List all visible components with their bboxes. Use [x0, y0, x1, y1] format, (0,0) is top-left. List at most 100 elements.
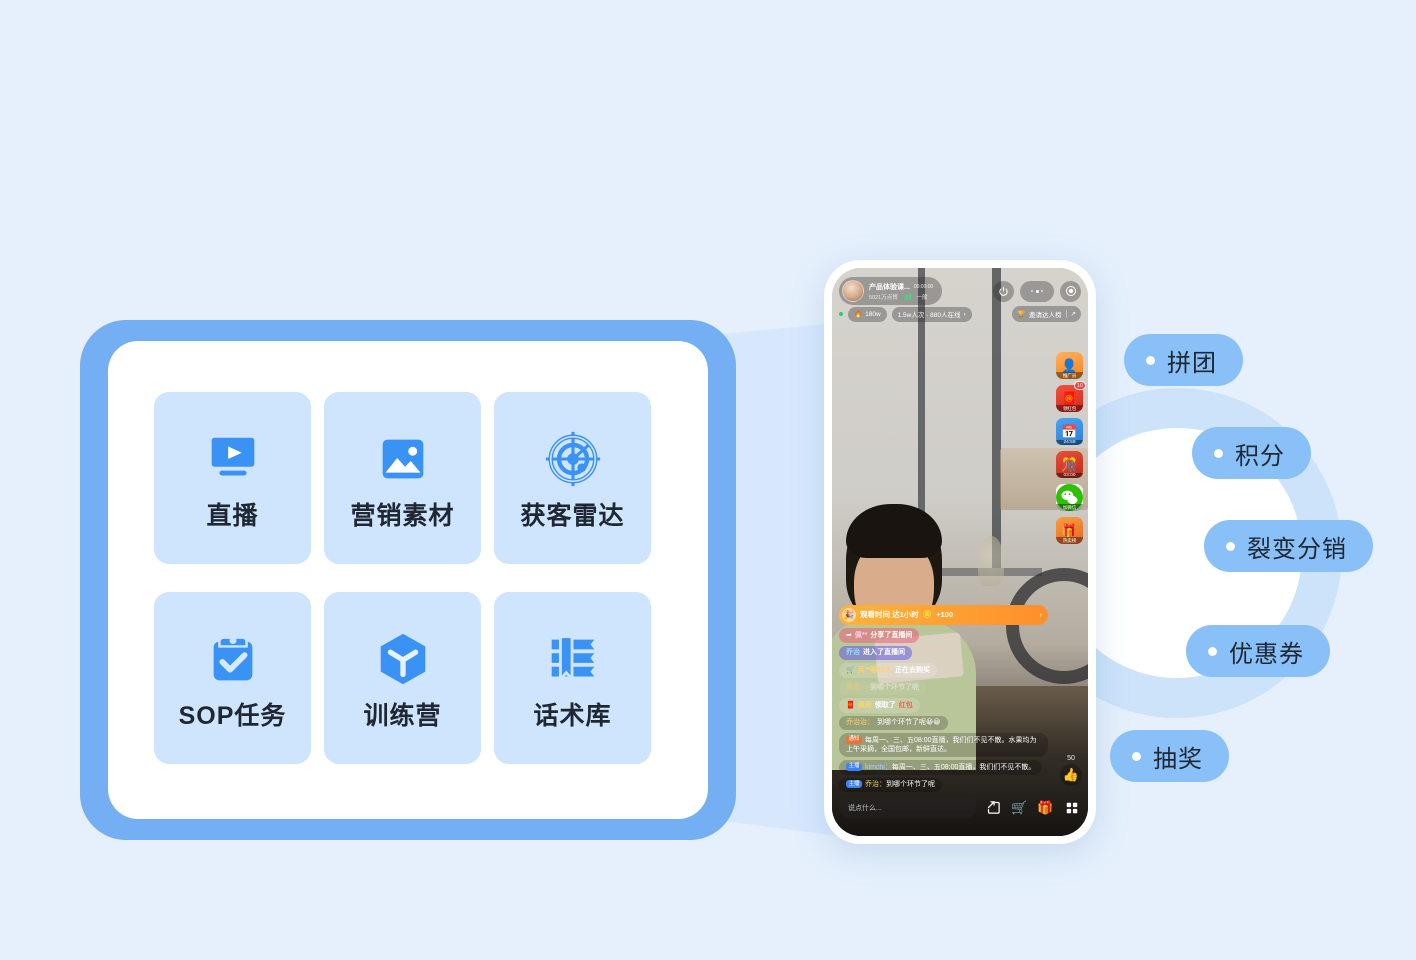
chat-faded-message: 佩奇： 到哪个环节了呢 [839, 680, 926, 696]
heat-value: 180w [865, 310, 881, 318]
rail-item-gift[interactable]: 🎁 热卖榜 [1056, 517, 1083, 544]
chat-user-name: 佩** [854, 631, 868, 639]
rail-item-promoter[interactable]: 👤 推广员 [1056, 352, 1083, 379]
viewer-count-badge[interactable]: 1.5w人次 · 880人在线 › [891, 306, 972, 322]
chat-host-message-1: 主播 kimchi：每周一、三、五08:00直播，我们们不见不散。 [839, 760, 1043, 775]
grid-menu-icon[interactable] [1062, 798, 1081, 817]
chat-user-name: 兵**等12人 [857, 666, 892, 674]
chat-text: 进入了直播间 [863, 649, 905, 657]
cart-icon[interactable]: 🛒 [1010, 798, 1029, 817]
trophy-icon: 🏆 [1016, 311, 1026, 318]
stream-timer: 00:00:00 [913, 283, 934, 290]
invite-ranking-button[interactable]: 🏆 邀请达人榜 ↗ [1011, 306, 1081, 322]
like-column: 50 👍 [1060, 755, 1082, 786]
feature-tile-label: SOP任务 [178, 701, 287, 730]
chat-redpacket-message: 🧧 佩奇 领取了 红包 [839, 698, 920, 713]
feature-tile-label: 话术库 [533, 701, 612, 730]
like-total: 5021万点赞 [869, 294, 898, 301]
pill-lottery[interactable]: 抽奖 [1110, 730, 1229, 782]
share-box-icon[interactable] [984, 798, 1003, 817]
stream-header: 产品体验课... 00:00:00 5021万点赞 一般 [839, 277, 1081, 305]
chat-notice-message: 通知 每周一、三、五08:00直播，我们们不见不散。水果均为上午采摘，全国包邮，新… [839, 733, 1048, 757]
bullet-dot-icon [1214, 448, 1223, 458]
chat-user-name: 乔治： [865, 781, 887, 789]
activity-rail: 👤 推广员 🧧 领红包 10 📅 24:59 🎊 03:00 加微信 🎁 热卖榜 [1056, 352, 1086, 544]
bullet-dot-icon [1132, 751, 1141, 761]
rail-label: 加微信 [1056, 504, 1083, 511]
like-count: 50 [1067, 755, 1075, 762]
redpacket-badge: 10 [1073, 381, 1086, 390]
chat-stack: 🎉 观看时间 达1小时 🪙 +100 › ➦ 佩** 分享了直播间 乔治 进入了… [839, 605, 1048, 792]
thumbs-up-icon[interactable]: 👍 [1060, 764, 1082, 786]
phone-screen: 产品体验课... 00:00:00 5021万点赞 一般 🔥 180w 1.5w… [832, 268, 1088, 836]
record-icon[interactable] [1060, 280, 1081, 302]
calendar-timer: 24:59 [1056, 440, 1083, 445]
chat-text: 领取了 [874, 701, 896, 709]
bullet-dot-icon [1208, 646, 1217, 656]
books-bookmark-icon [551, 634, 594, 683]
share-arrow-icon[interactable]: ↗ [1071, 310, 1076, 318]
gift-bag-icon[interactable]: 🎁 [1036, 798, 1055, 817]
coin-icon: 🪙 [922, 610, 933, 620]
chat-user-name: 乔治 [846, 649, 860, 657]
pill-coupon[interactable]: 优惠券 [1186, 625, 1330, 677]
feature-tile-live[interactable]: 直播 [154, 392, 311, 564]
rail-item-fubag[interactable]: 🎊 03:00 [1056, 451, 1083, 478]
bullet-dot-icon [1226, 541, 1235, 551]
chat-user-name: 佩奇： [846, 684, 867, 692]
chevron-right-icon: › [1039, 610, 1043, 620]
pill-label: 抽奖 [1153, 745, 1203, 773]
pill-group-buy[interactable]: 拼团 [1124, 334, 1243, 386]
image-material-icon [382, 439, 423, 478]
chat-text: 每周一、三、五08:00直播，我们们不见不散。 [891, 763, 1036, 771]
pill-fission-distribution[interactable]: 裂变分销 [1204, 520, 1373, 572]
redpacket-small-icon: 🧧 [846, 701, 855, 709]
feature-tile-script-library[interactable]: 话术库 [494, 592, 651, 764]
rail-label: 领红包 [1056, 405, 1083, 412]
rail-label: 推广员 [1056, 372, 1083, 379]
task-reward: +100 [936, 610, 954, 620]
pill-points[interactable]: 积分 [1192, 427, 1311, 479]
task-label: 观看时间 达1小时 [860, 610, 919, 620]
phone-mockup: 产品体验课... 00:00:00 5021万点赞 一般 🔥 180w 1.5w… [824, 260, 1096, 844]
share-arrow-icon: ➦ [846, 631, 852, 639]
chat-enter-message: 乔治 进入了直播间 [839, 645, 912, 661]
viewer-count: 1.5w人次 · 880人在线 [897, 312, 961, 319]
heat-badge[interactable]: 🔥 180w [848, 306, 887, 322]
rail-item-redpacket[interactable]: 🧧 领红包 10 [1056, 381, 1086, 412]
watch-task-banner[interactable]: 🎉 观看时间 达1小时 🪙 +100 › [839, 605, 1048, 626]
feature-tile-marketing-material[interactable]: 营销素材 [324, 392, 481, 564]
host-tag: 主播 [846, 780, 863, 789]
rail-item-wechat[interactable]: 加微信 [1056, 484, 1083, 511]
chat-user-name: 乔治治： [846, 719, 874, 727]
feature-tile-sop-task[interactable]: SOP任务 [154, 592, 311, 764]
chat-plain-message: 乔治治： 到哪个环节了呢😀😀 [839, 715, 948, 731]
rail-item-calendar[interactable]: 📅 24:59 [1056, 418, 1083, 445]
avatar [842, 280, 864, 302]
notice-tag: 通知 [846, 735, 863, 744]
live-status-dot [839, 312, 843, 316]
pill-label: 优惠券 [1229, 640, 1304, 668]
pill-label: 拼团 [1167, 349, 1217, 377]
live-video-icon [211, 437, 254, 475]
rail-label: 热卖榜 [1056, 537, 1083, 544]
feature-tile-label: 获客雷达 [520, 501, 625, 530]
feature-tile-training-camp[interactable]: 训练营 [324, 592, 481, 764]
power-icon[interactable] [993, 280, 1014, 302]
chat-highlight: 红包 [898, 701, 913, 709]
radar-icon [545, 431, 600, 486]
task-emoji-icon: 🎉 [842, 608, 856, 623]
chat-input[interactable]: 说点什么... [839, 797, 977, 818]
divider [1065, 310, 1067, 318]
feature-grid: 直播 营销素材 获客雷达 SOP任务 训练营 话术库 [154, 392, 664, 764]
chevron-right-icon: › [963, 310, 966, 318]
anchor-info-chip[interactable]: 产品体验课... 00:00:00 5021万点赞 一般 [839, 277, 943, 305]
stream-bottom-bar: 说点什么... 🛒 🎁 [839, 797, 1081, 818]
feature-tile-radar[interactable]: 获客雷达 [494, 392, 651, 564]
more-dots-icon[interactable] [1020, 280, 1054, 302]
hexagon-cube-icon [380, 633, 425, 684]
pill-label: 裂变分销 [1247, 535, 1347, 563]
clipboard-check-icon [213, 635, 252, 680]
chat-text: 到哪个环节了呢 [870, 684, 919, 692]
chat-host-message-2: 主播 乔治：到哪个环节了呢 [839, 777, 943, 792]
